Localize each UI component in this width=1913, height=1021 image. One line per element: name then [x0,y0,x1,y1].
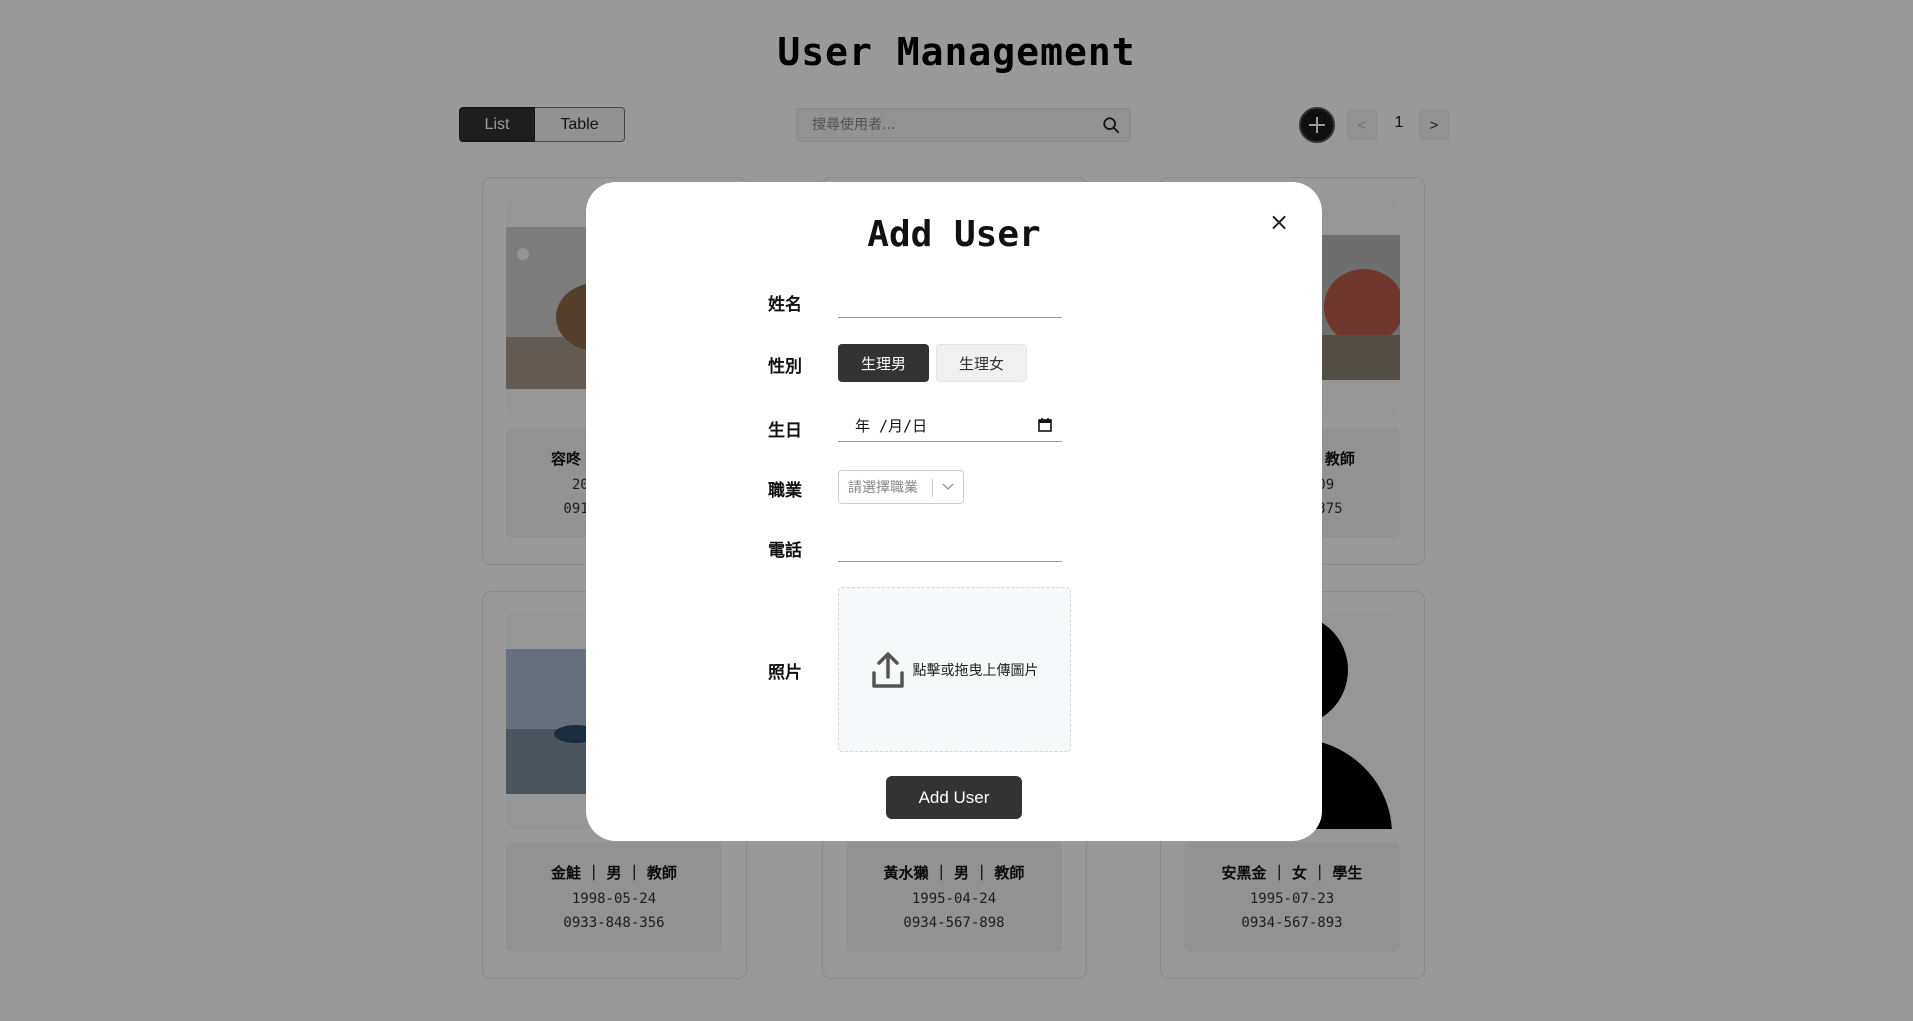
photo-upload-area[interactable]: 點擊或拖曳上傳圖片 [838,587,1071,752]
phone-field[interactable] [838,534,1062,562]
modal-title: Add User [867,214,1041,255]
upload-icon [871,651,904,688]
chevron-down-icon [942,483,954,491]
birthday-label: 生日 [768,421,802,441]
gender-female-button[interactable]: 生理女 [936,344,1027,382]
add-user-modal: Add User × 姓名 性別 生理男 生理女 生日 年 /月/日 職業 請選… [586,182,1322,841]
birthday-date-input[interactable]: 年 /月/日 [838,410,1062,442]
close-icon[interactable]: × [1267,208,1291,236]
add-user-submit-button[interactable]: Add User [886,776,1022,819]
job-select-placeholder: 請選擇職業 [848,480,918,496]
phone-label: 電話 [768,541,802,561]
calendar-icon[interactable] [1038,417,1052,432]
select-divider [932,479,933,497]
job-label: 職業 [768,481,802,501]
upload-hint: 點擊或拖曳上傳圖片 [912,662,1039,679]
name-field[interactable] [838,290,1062,318]
photo-label: 照片 [768,663,802,683]
name-label: 姓名 [768,295,802,315]
gender-label: 性別 [768,357,802,377]
job-select[interactable]: 請選擇職業 [838,470,964,504]
gender-male-button[interactable]: 生理男 [838,344,929,382]
date-placeholder: 年 /月/日 [855,417,928,435]
